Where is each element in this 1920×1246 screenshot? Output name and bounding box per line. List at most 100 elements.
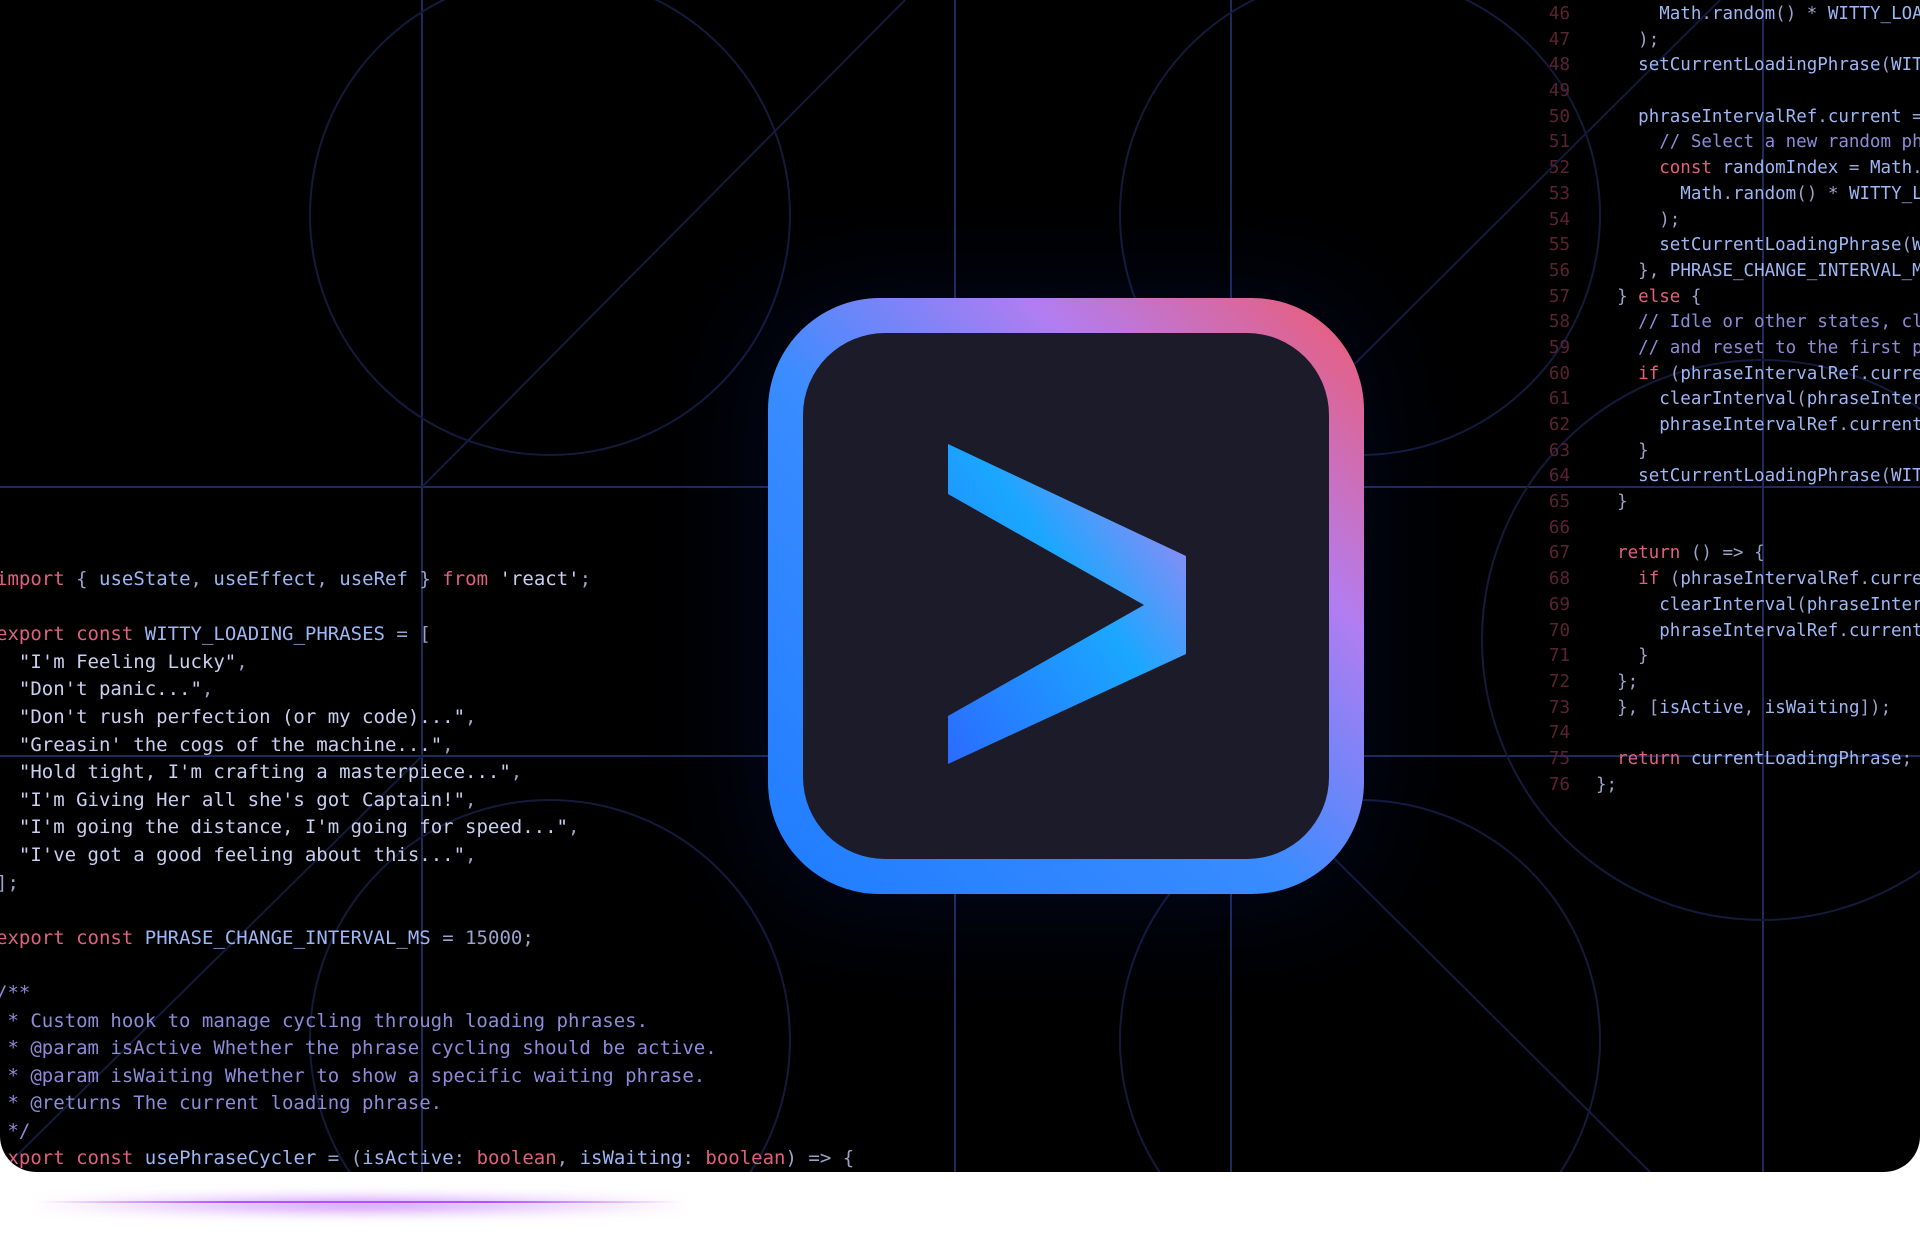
code-line: * @param isWaiting Whether to show a spe… <box>0 1064 706 1087</box>
code-text: }, [isActive, isWaiting]); <box>1617 697 1892 718</box>
code-line: 75 return currentLoadingPhrase; <box>1536 747 1920 773</box>
line-number: 51 <box>1548 132 1570 153</box>
line-number: 53 <box>1548 183 1570 204</box>
code-line: 66 <box>1536 516 1920 542</box>
code-line: 67 return () => { <box>1536 541 1920 567</box>
code-text: if (phraseIntervalRef.current) { <box>1638 569 1920 590</box>
card-underline <box>40 1201 680 1203</box>
code-text: } else { <box>1617 286 1702 307</box>
line-number: 76 <box>1548 774 1570 795</box>
line-number: 57 <box>1548 286 1570 307</box>
code-line: 60 if (phraseIntervalRef.current) { <box>1536 362 1920 388</box>
code-line: 72 }; <box>1536 670 1920 696</box>
code-line: 63 } <box>1536 439 1920 465</box>
code-text: phraseIntervalRef.current = setInterval(… <box>1638 106 1920 127</box>
code-text: } <box>1617 492 1628 513</box>
code-line: 65 } <box>1536 490 1920 516</box>
code-line: "I'm Feeling Lucky", <box>18 650 248 673</box>
code-text: }; <box>1617 671 1639 692</box>
code-text: } <box>1638 646 1649 667</box>
code-line: export const PHRASE_CHANGE_INTERVAL_MS =… <box>0 926 534 949</box>
card-underglow <box>30 1196 690 1214</box>
line-number: 47 <box>1548 29 1570 50</box>
code-text: setCurrentLoadingPhrase(WITTY_LOADING_PH… <box>1659 235 1920 256</box>
code-line: "Hold tight, I'm crafting a masterpiece.… <box>18 761 523 784</box>
code-line: 68 if (phraseIntervalRef.current) { <box>1536 567 1920 593</box>
grid-circle <box>309 0 791 456</box>
code-line: */ <box>7 1119 31 1142</box>
code-text: // and reset to the first phrase for nex… <box>1638 337 1920 358</box>
code-line: 70 phraseIntervalRef.current = null; <box>1536 619 1920 645</box>
line-number: 48 <box>1548 55 1570 76</box>
line-number: 65 <box>1548 492 1570 513</box>
code-text: // Select a new random phrase <box>1659 132 1920 153</box>
code-text: setCurrentLoadingPhrase(WITTY_LOADING_PH… <box>1638 466 1920 487</box>
left-code-block: import { useState, useEffect, useRef } f… <box>0 566 854 1172</box>
code-line: 46 Math.random() * WITTY_LOADING_PHRASES… <box>1536 2 1920 28</box>
line-number: 56 <box>1548 260 1570 281</box>
code-line: 47 ); <box>1536 28 1920 54</box>
code-line: 48 setCurrentLoadingPhrase(WITTY_LOADING… <box>1536 53 1920 79</box>
code-text: ); <box>1638 29 1660 50</box>
code-text: ); <box>1659 209 1681 230</box>
code-line: ]; <box>0 871 19 894</box>
line-number: 70 <box>1548 620 1570 641</box>
line-number: 62 <box>1548 415 1570 435</box>
code-line: 55 setCurrentLoadingPhrase(WITTY_LOADING… <box>1536 233 1920 259</box>
code-text: phraseIntervalRef.current = null; <box>1659 620 1920 641</box>
code-line: 54 ); <box>1536 208 1920 234</box>
line-number: 54 <box>1548 209 1570 230</box>
code-line: 69 clearInterval(phraseIntervalRef.curre… <box>1536 593 1920 619</box>
code-text: }; <box>1596 774 1618 795</box>
code-line: 64 setCurrentLoadingPhrase(WITTY_LOADING… <box>1536 464 1920 490</box>
code-line: export const WITTY_LOADING_PHRASES = [ <box>0 623 431 646</box>
line-number: 66 <box>1548 517 1570 538</box>
code-text: // Idle or other states, clear the phras… <box>1638 312 1920 333</box>
code-line: "Don't rush perfection (or my code)...", <box>18 705 477 728</box>
right-code-block: 46 Math.random() * WITTY_LOADING_PHRASES… <box>1536 2 1920 798</box>
code-line: * Custom hook to manage cycling through … <box>0 1009 649 1032</box>
code-text: const randomIndex = Math.floor( <box>1659 158 1920 179</box>
code-text: return () => { <box>1617 543 1765 564</box>
code-line: "Greasin' the cogs of the machine...", <box>18 733 454 756</box>
hero-card: import { useState, useEffect, useRef } f… <box>0 0 1920 1172</box>
code-text: phraseIntervalRef.current = null; <box>1659 415 1920 435</box>
code-text: if (phraseIntervalRef.current) { <box>1638 363 1920 384</box>
line-number: 71 <box>1548 646 1570 667</box>
code-text: clearInterval(phraseIntervalRef.current)… <box>1659 389 1920 410</box>
code-text: Math.random() * WITTY_LOADING_PHRASES.le… <box>1659 4 1920 24</box>
code-line: 49 <box>1536 79 1920 105</box>
line-number: 67 <box>1548 543 1570 564</box>
line-number: 69 <box>1548 594 1570 615</box>
logo-tile <box>803 333 1329 859</box>
code-text: } <box>1638 440 1649 461</box>
code-line: "I'm going the distance, I'm going for s… <box>18 816 580 839</box>
code-text: return currentLoadingPhrase; <box>1617 748 1913 769</box>
line-number: 68 <box>1548 569 1570 590</box>
line-number: 74 <box>1548 723 1570 744</box>
code-text: }, PHRASE_CHANGE_INTERVAL_MS); <box>1638 260 1920 281</box>
code-line: /** <box>0 981 31 1004</box>
line-number: 61 <box>1548 389 1570 410</box>
code-line: 76}; <box>1536 773 1920 799</box>
line-number: 52 <box>1548 158 1570 179</box>
code-line: 52 const randomIndex = Math.floor( <box>1536 156 1920 182</box>
terminal-prompt-icon <box>768 298 1364 894</box>
code-line: 61 clearInterval(phraseIntervalRef.curre… <box>1536 387 1920 413</box>
line-number: 63 <box>1548 440 1570 461</box>
code-line: 74 <box>1536 721 1920 747</box>
code-line: 57 } else { <box>1536 285 1920 311</box>
code-line: import { useState, useEffect, useRef } f… <box>0 568 592 590</box>
code-line: "I'm Giving Her all she's got Captain!", <box>18 788 477 811</box>
line-number: 59 <box>1548 337 1570 358</box>
line-number: 75 <box>1548 748 1570 769</box>
line-number: 49 <box>1548 81 1570 102</box>
code-line: 51 // Select a new random phrase <box>1536 130 1920 156</box>
code-line: 73 }, [isActive, isWaiting]); <box>1536 696 1920 722</box>
code-text: clearInterval(phraseIntervalRef.current)… <box>1659 594 1920 615</box>
line-number: 58 <box>1548 312 1570 333</box>
code-line: 53 Math.random() * WITTY_LOADING_PHRASES… <box>1536 182 1920 208</box>
